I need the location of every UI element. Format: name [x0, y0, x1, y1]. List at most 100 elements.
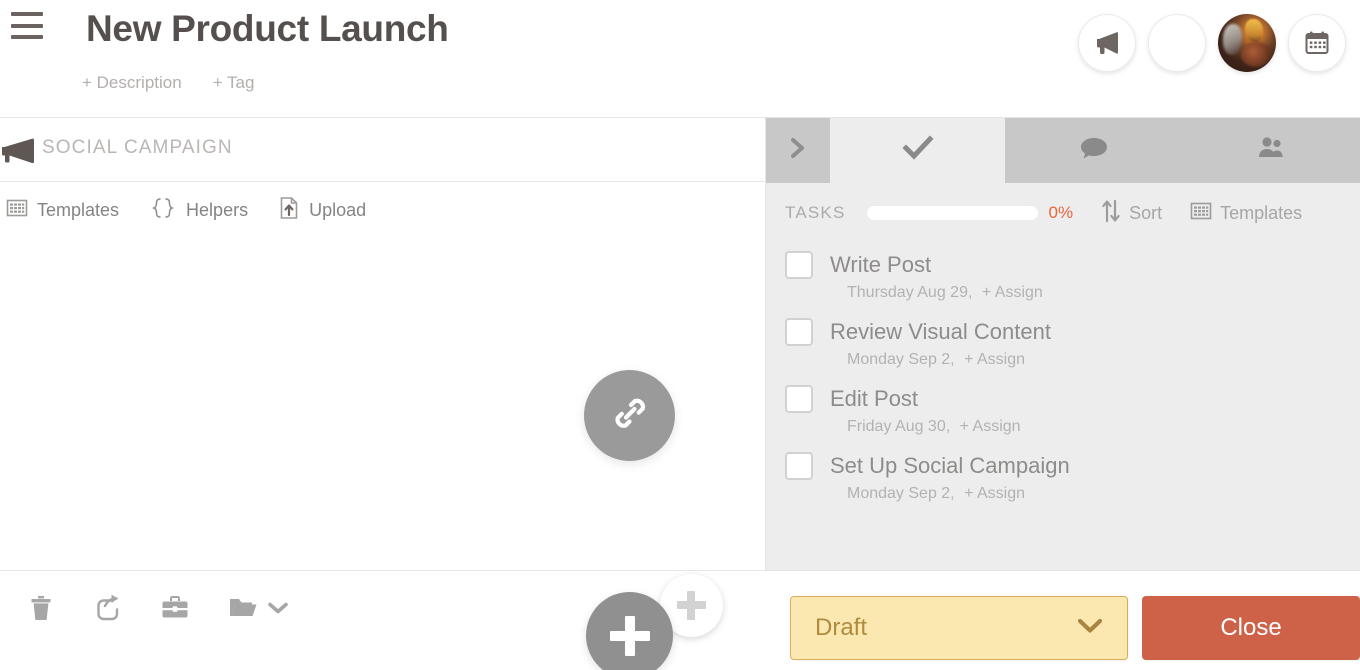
- task-checkbox[interactable]: [785, 318, 813, 346]
- sidebar-tabs: [766, 118, 1360, 183]
- hamburger-line: [11, 23, 43, 28]
- task-meta: Monday Sep 2, + Assign: [847, 485, 1360, 503]
- page-header: New Product Launch + Description + Tag: [0, 0, 1360, 118]
- task-date: Monday Sep 2,: [847, 485, 955, 502]
- editor-toolbar: Templates Helpers Upload: [0, 182, 765, 239]
- avatar[interactable]: [1218, 14, 1276, 72]
- empty-circle-button[interactable]: [1148, 14, 1206, 72]
- briefcase-icon: [160, 595, 190, 626]
- calendar-button[interactable]: [1288, 14, 1346, 72]
- add-description-link[interactable]: + Description: [82, 73, 182, 93]
- campaign-bar: SOCIAL CAMPAIGN: [0, 118, 765, 182]
- task-date: Monday Sep 2,: [847, 351, 955, 368]
- tasks-progress-bar: [867, 206, 1039, 220]
- link-button[interactable]: [584, 370, 675, 461]
- upload-icon: [278, 196, 300, 225]
- hamburger-line: [11, 35, 43, 39]
- close-button[interactable]: Close: [1142, 596, 1360, 660]
- content-pane: SOCIAL CAMPAIGN Templates Helpers Upload: [0, 118, 766, 670]
- task-name[interactable]: Write Post: [830, 252, 931, 278]
- task-assign-link[interactable]: + Assign: [964, 351, 1025, 368]
- sidebar-pane: TASKS 0% Sort Templates Write Post Thurs…: [766, 118, 1360, 570]
- task-main: Edit Post: [785, 385, 1360, 413]
- toolbar-upload-label: Upload: [309, 200, 367, 220]
- briefcase-button[interactable]: [160, 595, 190, 626]
- task-assign-link[interactable]: + Assign: [964, 485, 1025, 502]
- folder-icon: [228, 595, 260, 626]
- folder-button[interactable]: [228, 595, 290, 626]
- tab-people[interactable]: [1182, 118, 1360, 183]
- task-row: Write Post Thursday Aug 29, + Assign: [766, 251, 1360, 302]
- templates-icon: [6, 197, 28, 224]
- status-select-value: Draft: [815, 614, 868, 641]
- calendar-icon: [1303, 29, 1331, 57]
- avatar-photo-shadow: [1241, 41, 1272, 68]
- task-date: Thursday Aug 29,: [847, 284, 973, 301]
- megaphone-icon: [1092, 28, 1122, 58]
- toolbar-helpers-label: Helpers: [186, 200, 249, 220]
- sort-icon: [1101, 199, 1121, 228]
- sort-label: Sort: [1129, 202, 1163, 223]
- braces-icon: [149, 196, 177, 225]
- tasks-templates-button[interactable]: Templates: [1190, 200, 1302, 227]
- share-button[interactable]: [92, 593, 122, 628]
- tab-tasks[interactable]: [830, 118, 1005, 183]
- task-main: Write Post: [785, 251, 1360, 279]
- tasks-header-actions: Sort Templates: [1101, 199, 1302, 228]
- task-checkbox[interactable]: [785, 452, 813, 480]
- task-checkbox[interactable]: [785, 251, 813, 279]
- templates-icon: [1190, 200, 1212, 227]
- toolbar-helpers-button[interactable]: Helpers: [149, 196, 248, 225]
- toolbar-upload-button[interactable]: Upload: [278, 196, 366, 225]
- status-select[interactable]: Draft: [790, 596, 1128, 660]
- share-icon: [92, 593, 122, 628]
- add-item-button[interactable]: [586, 592, 673, 670]
- task-assign-link[interactable]: + Assign: [982, 284, 1043, 301]
- plus-icon: [609, 615, 650, 656]
- task-assign-link[interactable]: + Assign: [960, 418, 1021, 435]
- task-list: Write Post Thursday Aug 29, + Assign Rev…: [766, 243, 1360, 503]
- check-icon: [901, 133, 935, 168]
- toolbar-templates-label: Templates: [37, 200, 120, 220]
- tab-comments[interactable]: [1005, 118, 1182, 183]
- chevron-down-icon: [1075, 615, 1105, 642]
- hamburger-line: [11, 12, 43, 16]
- header-meta-links: + Description + Tag: [82, 73, 254, 93]
- task-name[interactable]: Set Up Social Campaign: [830, 453, 1070, 479]
- plus-icon: [677, 591, 706, 620]
- app-root: New Product Launch + Description + Tag S…: [0, 0, 1360, 670]
- close-button-label: Close: [1220, 614, 1282, 641]
- chevron-down-icon: [266, 599, 290, 622]
- megaphone-button[interactable]: [1078, 14, 1136, 72]
- campaign-title: SOCIAL CAMPAIGN: [42, 137, 233, 158]
- task-date: Friday Aug 30,: [847, 418, 951, 435]
- page-title: New Product Launch: [86, 8, 449, 49]
- task-meta: Thursday Aug 29, + Assign: [847, 284, 1360, 302]
- task-row: Review Visual Content Monday Sep 2, + As…: [766, 318, 1360, 369]
- sort-button[interactable]: Sort: [1101, 199, 1162, 228]
- link-icon: [607, 390, 653, 441]
- chat-bubble-icon: [1079, 134, 1109, 167]
- task-checkbox[interactable]: [785, 385, 813, 413]
- add-tag-link[interactable]: + Tag: [213, 73, 255, 93]
- megaphone-icon: [0, 136, 40, 171]
- tasks-templates-label: Templates: [1220, 202, 1303, 223]
- task-main: Review Visual Content: [785, 318, 1360, 346]
- tasks-header: TASKS 0% Sort Templates: [766, 183, 1360, 243]
- tasks-label: TASKS: [785, 203, 846, 222]
- hamburger-icon[interactable]: [11, 12, 43, 39]
- avatar-photo: [1222, 24, 1243, 55]
- task-name[interactable]: Edit Post: [830, 386, 918, 412]
- people-icon: [1256, 134, 1286, 167]
- tab-collapse[interactable]: [766, 118, 830, 183]
- task-meta: Monday Sep 2, + Assign: [847, 351, 1360, 369]
- tasks-progress-label: 0%: [1048, 203, 1074, 222]
- task-row: Set Up Social Campaign Monday Sep 2, + A…: [766, 452, 1360, 503]
- bottom-toolbar-icons: [28, 593, 290, 628]
- task-main: Set Up Social Campaign: [785, 452, 1360, 480]
- header-actions: [1078, 14, 1346, 72]
- toolbar-templates-button[interactable]: Templates: [6, 197, 119, 224]
- task-name[interactable]: Review Visual Content: [830, 319, 1051, 345]
- task-row: Edit Post Friday Aug 30, + Assign: [766, 385, 1360, 436]
- delete-button[interactable]: [28, 593, 54, 628]
